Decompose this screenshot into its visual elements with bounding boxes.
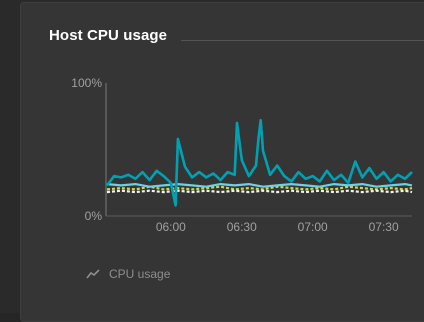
legend-label: CPU usage [109, 267, 171, 281]
x-tick-label: 06:30 [227, 220, 257, 234]
cpu-usage-chart[interactable]: 100% 0% 06:00 06:30 07:00 07:30 [0, 0, 424, 313]
host-series-line-3 [106, 183, 413, 188]
line-chart-icon [86, 269, 100, 279]
y-tick-labels: 100% 0% [71, 76, 102, 223]
x-tick-label: 06:00 [156, 220, 186, 234]
x-tick-label: 07:00 [298, 220, 328, 234]
chart-legend[interactable]: CPU usage [86, 267, 170, 281]
chart-series [105, 118, 413, 207]
dashboard-background: Host CPU usage 100% 0% 06:00 06:30 07:00 07:… [0, 0, 424, 322]
host-series-line-2 [106, 189, 413, 194]
x-tick-labels: 06:00 06:30 07:00 07:30 [156, 220, 399, 234]
y-tick-label: 100% [71, 76, 102, 90]
x-tick-label: 07:30 [369, 220, 399, 234]
y-tick-label: 0% [85, 209, 103, 223]
